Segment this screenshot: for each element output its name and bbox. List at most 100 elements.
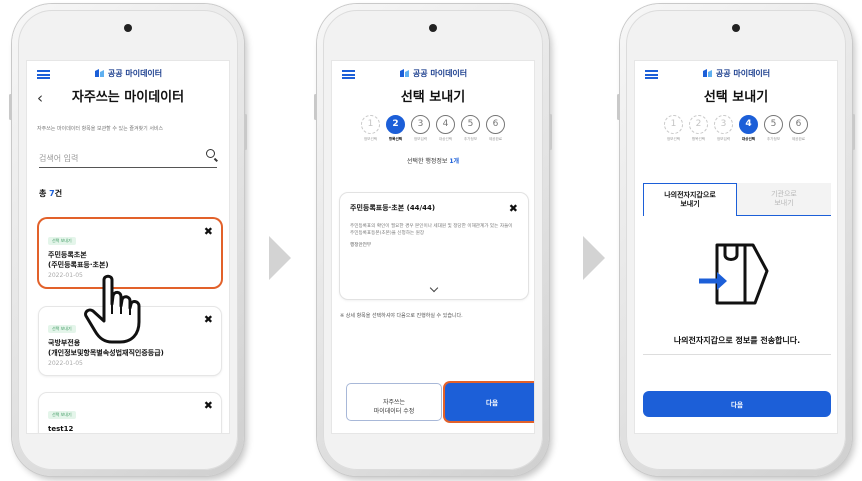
step-4: 4 (739, 115, 758, 134)
camera-dot (732, 24, 740, 32)
next-button[interactable]: 다음 (445, 383, 534, 421)
page-title: 선택 보내기 (400, 90, 466, 105)
chevron-down-icon[interactable] (429, 283, 439, 293)
detail-title: 주민등록표등·초본 (44/44) (350, 204, 436, 212)
tab-my-wallet-line2: 보내기 (680, 200, 700, 208)
title-row: 선택 보내기 (332, 85, 534, 111)
power-button (549, 114, 552, 150)
send-tag[interactable]: 선택 보내기 (48, 325, 76, 333)
step-label: 정보선택 (666, 137, 681, 141)
back-arrow-icon[interactable]: ‹ (37, 89, 43, 107)
tab-my-wallet[interactable]: 나의전자지갑으로 보내기 (643, 183, 737, 216)
title-row: ‹ 자주쓰는 마이데이터 (27, 85, 229, 111)
phone-frame-1: 공공 마이데이터 ‹ 자주쓰는 마이데이터 자주쓰는 마이데이터 항목을 보관할… (9, 4, 247, 476)
next-button[interactable]: 다음 (643, 391, 831, 417)
tab-institution-line1: 기관으로 (771, 190, 797, 198)
selected-info: 선택한 행정정보 1개 (332, 156, 534, 165)
step-label-active: 항목선택 (388, 137, 403, 141)
app-header: 공공 마이데이터 (27, 61, 229, 85)
step-label: 추가정보 (463, 137, 478, 141)
progress-stepper: 1 2 3 4 5 6 (332, 115, 534, 134)
send-tag[interactable]: 선택 보내기 (48, 237, 76, 245)
tab-institution[interactable]: 기관으로 보내기 (737, 183, 831, 216)
step-labels: 정보선택 항목선택 정보입력 대상선택 추가정보 제공완료 (635, 137, 837, 142)
power-button (852, 114, 855, 150)
edit-button-line2: 마이데이터 수정 (373, 408, 415, 415)
card-title: test12 (48, 425, 74, 433)
next-arrow-icon (583, 236, 605, 280)
search-input[interactable]: 검색어 입력 (39, 154, 78, 163)
app-logo: 공공 마이데이터 (332, 68, 534, 79)
app-logo: 공공 마이데이터 (635, 68, 837, 79)
tab-my-wallet-line1: 나의전자지갑으로 (664, 191, 716, 199)
title-row: 선택 보내기 (635, 85, 837, 111)
page-title: 자주쓰는 마이데이터 (71, 90, 185, 105)
app-logo: 공공 마이데이터 (27, 68, 229, 79)
step-label: 추가정보 (766, 137, 781, 141)
logo-text: 공공 마이데이터 (715, 69, 771, 78)
logo-mark-icon (399, 69, 409, 77)
step-label-active: 대상선택 (741, 137, 756, 141)
logo-mark-icon (94, 69, 104, 77)
close-icon[interactable]: ✖ (204, 399, 213, 412)
card-title-line1: 주민등록초본 (48, 251, 87, 259)
power-button (244, 114, 247, 150)
phone-frame-2: 공공 마이데이터 선택 보내기 1 2 3 4 5 6 정보선택 항목선택 정보… (314, 4, 552, 476)
step-labels: 정보선택 항목선택 정보입력 대상선택 추가정보 제공완료 (332, 137, 534, 142)
edit-favorites-button[interactable]: 자주쓰는마이데이터 수정 (346, 383, 442, 421)
step-2: 2 (689, 115, 708, 134)
step-6: 6 (789, 115, 808, 134)
close-icon[interactable]: ✖ (204, 313, 213, 326)
detail-card[interactable]: 주민등록표등·초본 (44/44) ✖ 주민등록표의 확인이 필요한 경우 본인… (340, 193, 528, 299)
send-tag[interactable]: 선택 보내기 (48, 411, 76, 419)
step-label: 대상선택 (438, 137, 453, 141)
step-label: 항목선택 (691, 137, 706, 141)
step-2: 2 (386, 115, 405, 134)
step-label: 정보선택 (363, 137, 378, 141)
app-header: 공공 마이데이터 (332, 61, 534, 85)
card-title-line2: (개인정보및항목별속성법재직인증등급) (48, 349, 164, 357)
step-1: 1 (361, 115, 380, 134)
app-header: 공공 마이데이터 (635, 61, 837, 85)
close-icon[interactable]: ✖ (509, 202, 518, 215)
volume-button (617, 94, 620, 120)
screen-favorites: 공공 마이데이터 ‹ 자주쓰는 마이데이터 자주쓰는 마이데이터 항목을 보관할… (26, 60, 230, 434)
logo-mark-icon (702, 69, 712, 77)
phone-frame-3: 공공 마이데이터 선택 보내기 1 2 3 4 5 6 정보선택 항목선택 정보… (617, 4, 855, 476)
step-6: 6 (486, 115, 505, 134)
card-title-line1: 국방부전용 (48, 339, 81, 347)
screen-select-target: 공공 마이데이터 선택 보내기 1 2 3 4 5 6 정보선택 항목선택 정보… (634, 60, 838, 434)
next-arrow-icon (269, 236, 291, 280)
page-description: 자주쓰는 마이데이터 항목을 보관할 수 있는 즐겨찾기 서비스 (37, 126, 164, 132)
favorite-card[interactable]: 선택 보내기 ✖ test12 (39, 393, 221, 433)
selected-count: 1개 (449, 158, 460, 165)
step-3: 3 (714, 115, 733, 134)
edit-button-line1: 자주쓰는 (382, 399, 406, 406)
camera-dot (429, 24, 437, 32)
search-field[interactable]: 검색어 입력 (39, 146, 217, 168)
send-target-tabs: 나의전자지갑으로 보내기 기관으로 보내기 (643, 183, 831, 216)
close-icon[interactable]: ✖ (204, 225, 213, 238)
notice-text: ※ 상세 항목을 선택하셔야 다음으로 진행하실 수 있습니다. (340, 313, 463, 319)
page-title: 선택 보내기 (703, 90, 769, 105)
card-title: 주민등록초본 (주민등록표등·초본) (48, 250, 212, 270)
volume-button (314, 94, 317, 120)
search-icon[interactable] (206, 149, 215, 158)
step-4: 4 (436, 115, 455, 134)
step-label: 제공완료 (488, 137, 503, 141)
card-title-line2: (주민등록표등·초본) (48, 261, 109, 269)
camera-dot (124, 24, 132, 32)
detail-org: 행정안전부 (350, 243, 372, 248)
send-message: 나의전자지갑으로 정보를 전송합니다. (643, 335, 831, 355)
wallet-transfer-icon (699, 243, 769, 305)
logo-text: 공공 마이데이터 (412, 69, 468, 78)
step-label: 제공완료 (791, 137, 806, 141)
detail-description: 주민등록표의 확인이 필요한 경우 본인이나 세대원 및 정당한 이해관계가 있… (350, 224, 513, 236)
screen-select-send: 공공 마이데이터 선택 보내기 1 2 3 4 5 6 정보선택 항목선택 정보… (331, 60, 535, 434)
progress-stepper: 1 2 3 4 5 6 (635, 115, 837, 134)
total-prefix: 총 (39, 189, 50, 198)
step-5: 5 (461, 115, 480, 134)
card-date: 2022-01-05 (48, 360, 83, 367)
step-1: 1 (664, 115, 683, 134)
step-5: 5 (764, 115, 783, 134)
